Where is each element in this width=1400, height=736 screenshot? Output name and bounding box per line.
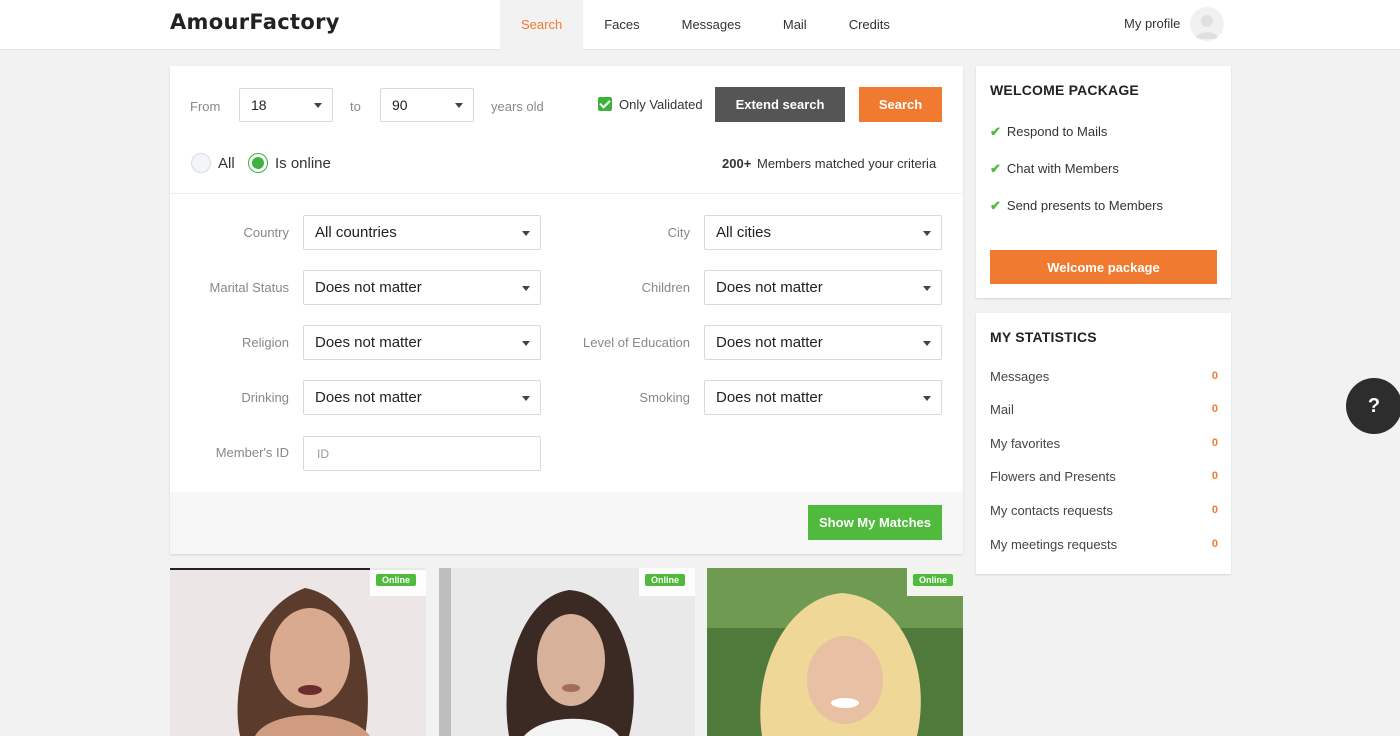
- chevron-down-icon: [455, 103, 463, 108]
- drinking-select[interactable]: Does not matter: [303, 380, 541, 415]
- only-validated-checkbox[interactable]: [598, 97, 612, 111]
- radio-all[interactable]: [191, 153, 211, 173]
- check-icon: ✔: [990, 124, 1001, 139]
- site-logo[interactable]: AmourFactory: [170, 10, 340, 34]
- age-to-select[interactable]: 90: [380, 88, 474, 122]
- profile-card[interactable]: Online: [170, 568, 426, 736]
- city-value: All cities: [716, 224, 772, 241]
- chevron-down-icon: [923, 340, 931, 346]
- welcome-package-title: WELCOME PACKAGE: [990, 82, 1139, 98]
- marital-status-value: Does not matter: [315, 279, 422, 296]
- user-icon: [1195, 15, 1219, 39]
- online-badge: Online: [376, 574, 417, 586]
- chevron-down-icon: [923, 395, 931, 401]
- stat-row[interactable]: Mail 0: [990, 402, 1218, 417]
- education-value: Does not matter: [716, 334, 823, 351]
- country-label: Country: [243, 225, 289, 240]
- age-to-value: 90: [392, 97, 408, 113]
- from-label: From: [190, 99, 221, 114]
- stat-row[interactable]: My favorites 0: [990, 436, 1218, 451]
- divider: [170, 193, 963, 194]
- my-statistics-card: MY STATISTICS Messages 0 Mail 0 My favorit…: [976, 313, 1231, 574]
- panel-footer: Show My Matches: [170, 492, 963, 554]
- chevron-down-icon: [522, 340, 530, 346]
- nav-faces[interactable]: Faces: [583, 0, 660, 50]
- marital-status-label: Marital Status: [209, 280, 289, 295]
- matched-count: 200+: [722, 156, 752, 171]
- top-navbar: AmourFactory Search Faces Messages Mail …: [0, 0, 1400, 50]
- religion-value: Does not matter: [315, 334, 422, 351]
- chevron-down-icon: [522, 395, 530, 401]
- smoking-value: Does not matter: [716, 389, 823, 406]
- show-my-matches-button[interactable]: Show My Matches: [808, 505, 942, 540]
- drinking-value: Does not matter: [315, 389, 422, 406]
- my-statistics-title: MY STATISTICS: [990, 329, 1097, 345]
- country-value: All countries: [315, 224, 397, 241]
- chevron-down-icon: [923, 285, 931, 291]
- to-label: to: [350, 99, 361, 114]
- welcome-package-button[interactable]: Welcome package: [990, 250, 1217, 284]
- profile-card[interactable]: Online: [439, 568, 695, 736]
- nav-messages[interactable]: Messages: [661, 0, 762, 50]
- welcome-item: ✔ Chat with Members: [990, 161, 1119, 176]
- check-icon: ✔: [990, 198, 1001, 213]
- badge-area: Online: [639, 568, 695, 596]
- welcome-package-card: WELCOME PACKAGE ✔ Respond to Mails ✔ Chat …: [976, 66, 1231, 298]
- welcome-item: ✔ Respond to Mails: [990, 124, 1108, 139]
- avatar[interactable]: [1190, 7, 1224, 41]
- chevron-down-icon: [522, 230, 530, 236]
- radio-all-label[interactable]: All: [218, 155, 235, 172]
- check-icon: ✔: [990, 161, 1001, 176]
- stat-row[interactable]: My contacts requests 0: [990, 503, 1218, 518]
- city-select[interactable]: All cities: [704, 215, 942, 250]
- help-button[interactable]: ?: [1346, 378, 1400, 434]
- only-validated-label[interactable]: Only Validated: [619, 97, 703, 112]
- marital-status-select[interactable]: Does not matter: [303, 270, 541, 305]
- country-select[interactable]: All countries: [303, 215, 541, 250]
- my-profile-link[interactable]: My profile: [1124, 16, 1180, 31]
- years-old-label: years old: [491, 99, 544, 114]
- welcome-item: ✔ Send presents to Members: [990, 198, 1163, 213]
- religion-label: Religion: [242, 335, 289, 350]
- stat-row[interactable]: Messages 0: [990, 369, 1218, 384]
- children-label: Children: [641, 280, 690, 295]
- nav-credits[interactable]: Credits: [828, 0, 911, 50]
- main-nav: Search Faces Messages Mail Credits: [500, 0, 911, 50]
- smoking-label: Smoking: [639, 390, 690, 405]
- chevron-down-icon: [314, 103, 322, 108]
- badge-area: Online: [370, 568, 426, 596]
- matched-text: Members matched your criteria: [757, 156, 937, 171]
- age-from-select[interactable]: 18: [239, 88, 333, 122]
- children-select[interactable]: Does not matter: [704, 270, 942, 305]
- online-badge: Online: [645, 574, 686, 586]
- nav-search[interactable]: Search: [500, 0, 584, 50]
- extend-search-button[interactable]: Extend search: [715, 87, 845, 122]
- children-value: Does not matter: [716, 279, 823, 296]
- online-badge: Online: [913, 574, 954, 586]
- search-panel: From 18 to 90 years old Only Validated E…: [170, 66, 963, 554]
- member-id-label: Member's ID: [215, 445, 289, 460]
- radio-is-online[interactable]: [248, 153, 268, 173]
- search-button[interactable]: Search: [859, 87, 942, 122]
- radio-is-online-label[interactable]: Is online: [275, 155, 331, 172]
- chevron-down-icon: [522, 285, 530, 291]
- age-from-value: 18: [251, 97, 267, 113]
- badge-area: Online: [907, 568, 963, 596]
- smoking-select[interactable]: Does not matter: [704, 380, 942, 415]
- education-label: Level of Education: [583, 335, 690, 350]
- education-select[interactable]: Does not matter: [704, 325, 942, 360]
- chevron-down-icon: [923, 230, 931, 236]
- member-id-input[interactable]: [303, 436, 541, 471]
- stat-row[interactable]: My meetings requests 0: [990, 537, 1218, 552]
- drinking-label: Drinking: [241, 390, 289, 405]
- profile-card[interactable]: Online: [707, 568, 963, 736]
- religion-select[interactable]: Does not matter: [303, 325, 541, 360]
- stat-row[interactable]: Flowers and Presents 0: [990, 469, 1218, 484]
- city-label: City: [667, 225, 690, 240]
- nav-mail[interactable]: Mail: [762, 0, 828, 50]
